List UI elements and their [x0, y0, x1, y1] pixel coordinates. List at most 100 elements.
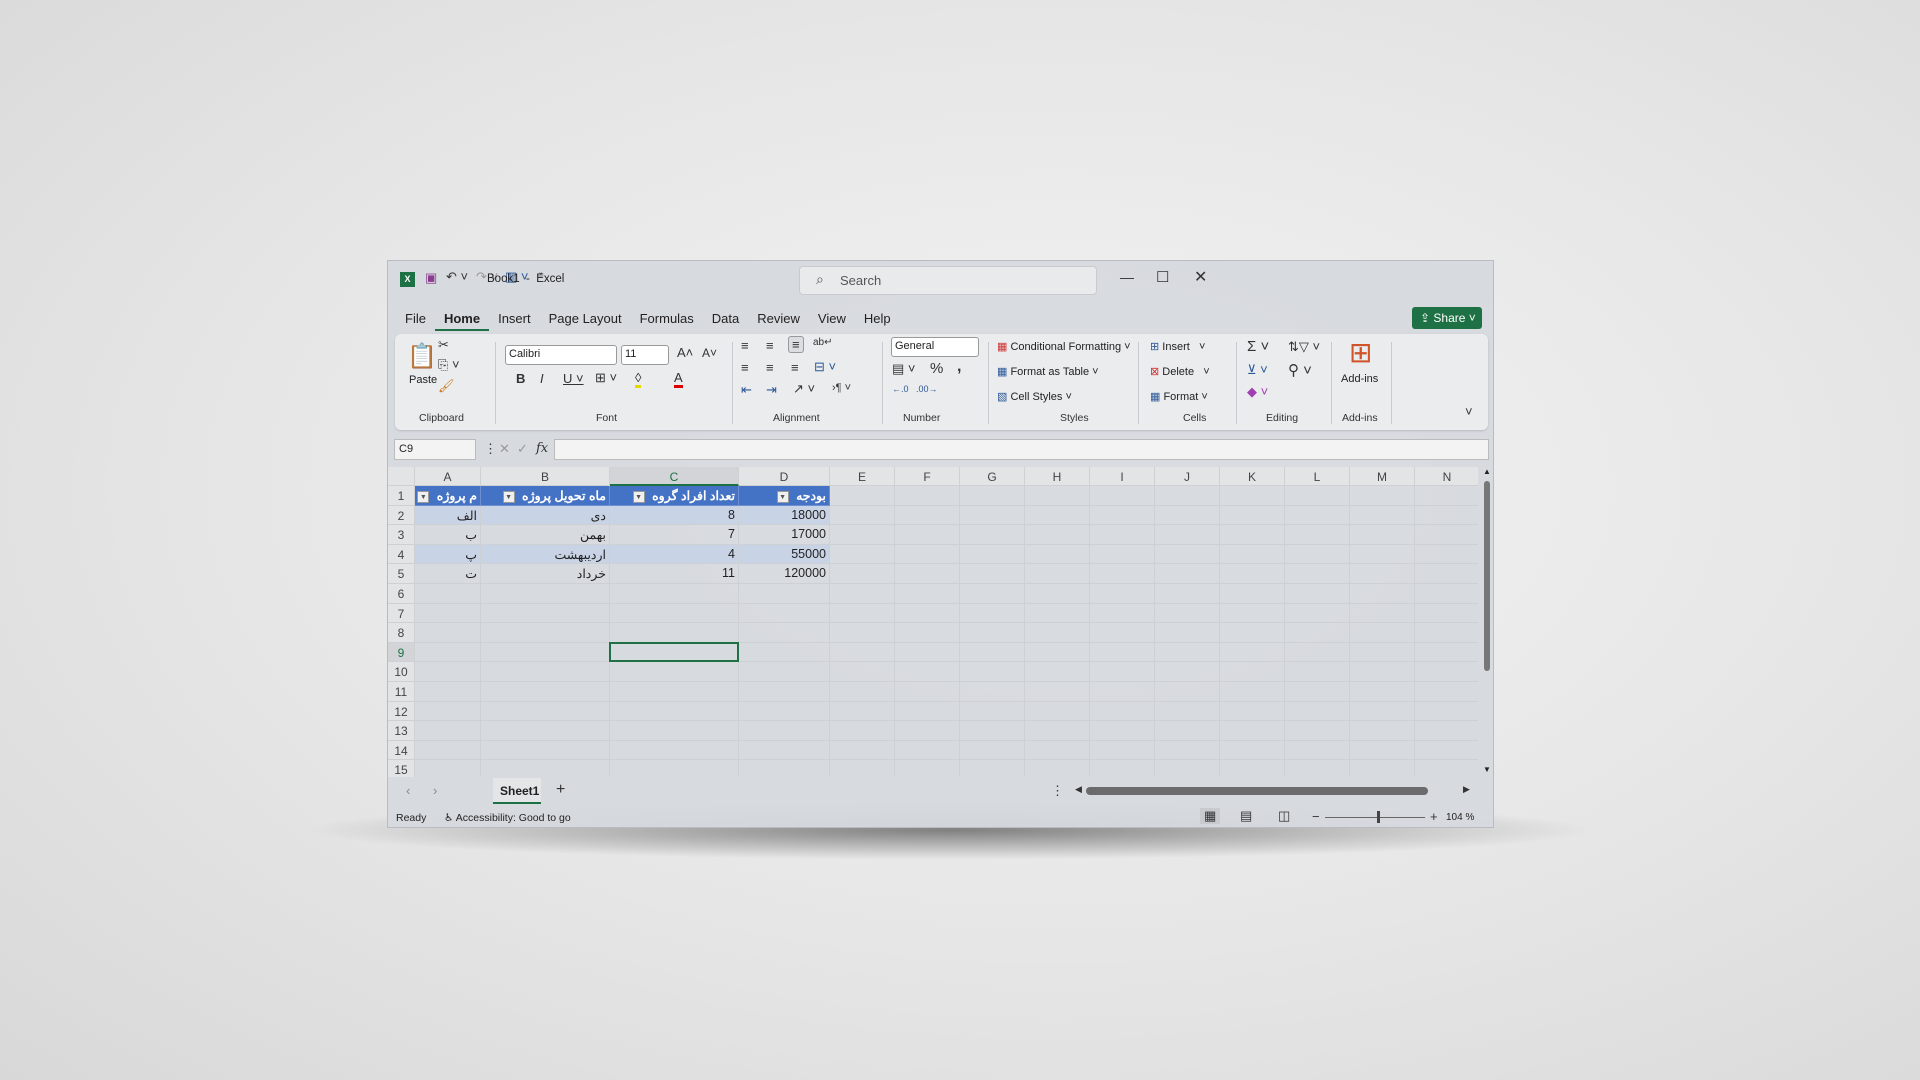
cell-n8[interactable]: [1415, 623, 1478, 643]
cell-c15[interactable]: [610, 760, 739, 777]
cell-a7[interactable]: [415, 603, 481, 624]
share-button[interactable]: ⇪ Share ˅: [1412, 307, 1482, 329]
cell-a14[interactable]: [415, 740, 481, 761]
conditional-formatting-button[interactable]: ▦ Conditional Formatting ˅: [997, 340, 1131, 353]
cell-f6[interactable]: [895, 584, 960, 604]
cell-d5[interactable]: 120000: [739, 564, 830, 584]
scroll-up-icon[interactable]: ▲: [1483, 467, 1491, 476]
font-color-icon[interactable]: A: [674, 370, 683, 388]
cell-g9[interactable]: [960, 642, 1025, 663]
cell-h8[interactable]: [1025, 623, 1090, 643]
column-header-c[interactable]: C: [610, 467, 739, 486]
cell-i14[interactable]: [1090, 740, 1155, 761]
cell-e11[interactable]: [830, 682, 895, 702]
cell-f3[interactable]: [895, 525, 960, 545]
sheet-tab-sheet1[interactable]: Sheet1: [493, 778, 541, 804]
decrease-decimal-icon[interactable]: .00→: [916, 384, 938, 394]
cell-n6[interactable]: [1415, 584, 1478, 604]
column-header-g[interactable]: G: [960, 467, 1025, 486]
add-ins-icon[interactable]: ⊞: [1349, 336, 1372, 369]
cell-c3[interactable]: 7: [610, 525, 739, 545]
paste-icon[interactable]: 📋: [407, 342, 437, 371]
cell-g2[interactable]: [960, 505, 1025, 526]
cell-i1[interactable]: [1090, 486, 1155, 506]
scroll-left-icon[interactable]: ◀: [1075, 784, 1082, 795]
cell-a2[interactable]: الف: [415, 505, 481, 526]
cell-h4[interactable]: [1025, 544, 1090, 565]
underline-icon[interactable]: U ˅: [563, 371, 584, 386]
cell-k4[interactable]: [1220, 544, 1285, 565]
row-header-10[interactable]: 10: [388, 662, 415, 682]
accounting-format-icon[interactable]: ▤ ˅: [892, 361, 916, 377]
cell-e1[interactable]: [830, 486, 895, 506]
row-header-2[interactable]: 2: [388, 505, 415, 526]
cell-l9[interactable]: [1285, 642, 1350, 663]
scroll-right-icon[interactable]: ▶: [1463, 784, 1470, 795]
sort-filter-icon[interactable]: ⇅▽ ˅: [1288, 339, 1320, 355]
format-painter-icon[interactable]: 🖌: [438, 378, 455, 394]
cell-m1[interactable]: [1350, 486, 1415, 506]
cell-l3[interactable]: [1285, 525, 1350, 545]
align-right-icon[interactable]: ≡: [791, 360, 799, 375]
cell-l15[interactable]: [1285, 760, 1350, 777]
format-as-table-button[interactable]: ▦ Format as Table ˅: [997, 365, 1099, 378]
cell-f14[interactable]: [895, 740, 960, 761]
cell-l6[interactable]: [1285, 584, 1350, 604]
minimize-button[interactable]: —: [1120, 269, 1134, 285]
cancel-icon[interactable]: ✕: [499, 441, 510, 457]
align-top-icon[interactable]: ≡: [741, 338, 749, 353]
cell-n11[interactable]: [1415, 682, 1478, 702]
cell-f10[interactable]: [895, 662, 960, 682]
cell-c14[interactable]: [610, 740, 739, 761]
cell-n3[interactable]: [1415, 525, 1478, 545]
decrease-font-icon[interactable]: A˅: [702, 346, 717, 360]
cell-k2[interactable]: [1220, 505, 1285, 526]
column-header-b[interactable]: B: [481, 467, 610, 486]
font-name-select[interactable]: Calibri: [505, 345, 617, 365]
zoom-slider-thumb[interactable]: [1377, 811, 1380, 823]
cell-g6[interactable]: [960, 584, 1025, 604]
cell-l2[interactable]: [1285, 505, 1350, 526]
cell-m5[interactable]: [1350, 564, 1415, 584]
cell-c10[interactable]: [610, 662, 739, 682]
cell-i8[interactable]: [1090, 623, 1155, 643]
cell-k12[interactable]: [1220, 701, 1285, 722]
cell-f11[interactable]: [895, 682, 960, 702]
cell-d2[interactable]: 18000: [739, 505, 830, 526]
column-header-m[interactable]: M: [1350, 467, 1415, 486]
cell-m3[interactable]: [1350, 525, 1415, 545]
page-layout-view-icon[interactable]: ▤: [1240, 808, 1252, 824]
cell-m15[interactable]: [1350, 760, 1415, 777]
cell-i4[interactable]: [1090, 544, 1155, 565]
cell-g4[interactable]: [960, 544, 1025, 565]
delete-cells-button[interactable]: ⊠ Delete ˅: [1150, 365, 1210, 378]
select-all-corner[interactable]: [388, 467, 415, 486]
cell-l4[interactable]: [1285, 544, 1350, 565]
cell-c7[interactable]: [610, 603, 739, 624]
cell-a5[interactable]: ت: [415, 564, 481, 584]
fill-color-icon[interactable]: ◊: [635, 370, 642, 388]
cell-e12[interactable]: [830, 701, 895, 722]
align-center-icon[interactable]: ≡: [766, 360, 774, 375]
cell-k13[interactable]: [1220, 721, 1285, 741]
cell-m2[interactable]: [1350, 505, 1415, 526]
cell-c4[interactable]: 4: [610, 544, 739, 565]
cell-h14[interactable]: [1025, 740, 1090, 761]
cell-e8[interactable]: [830, 623, 895, 643]
paste-button[interactable]: Paste: [409, 374, 437, 386]
scroll-thumb[interactable]: [1484, 481, 1490, 671]
cell-b12[interactable]: [481, 701, 610, 722]
cell-i13[interactable]: [1090, 721, 1155, 741]
filter-dropdown-icon[interactable]: ▼: [632, 490, 645, 503]
cell-h2[interactable]: [1025, 505, 1090, 526]
cell-g3[interactable]: [960, 525, 1025, 545]
cell-i9[interactable]: [1090, 642, 1155, 663]
italic-icon[interactable]: I: [540, 371, 544, 386]
cell-f13[interactable]: [895, 721, 960, 741]
cell-a10[interactable]: [415, 662, 481, 682]
row-header-5[interactable]: 5: [388, 564, 415, 584]
filter-dropdown-icon[interactable]: ▼: [502, 490, 515, 503]
cell-a3[interactable]: ب: [415, 525, 481, 545]
column-header-a[interactable]: A: [415, 467, 481, 486]
row-header-6[interactable]: 6: [388, 584, 415, 604]
